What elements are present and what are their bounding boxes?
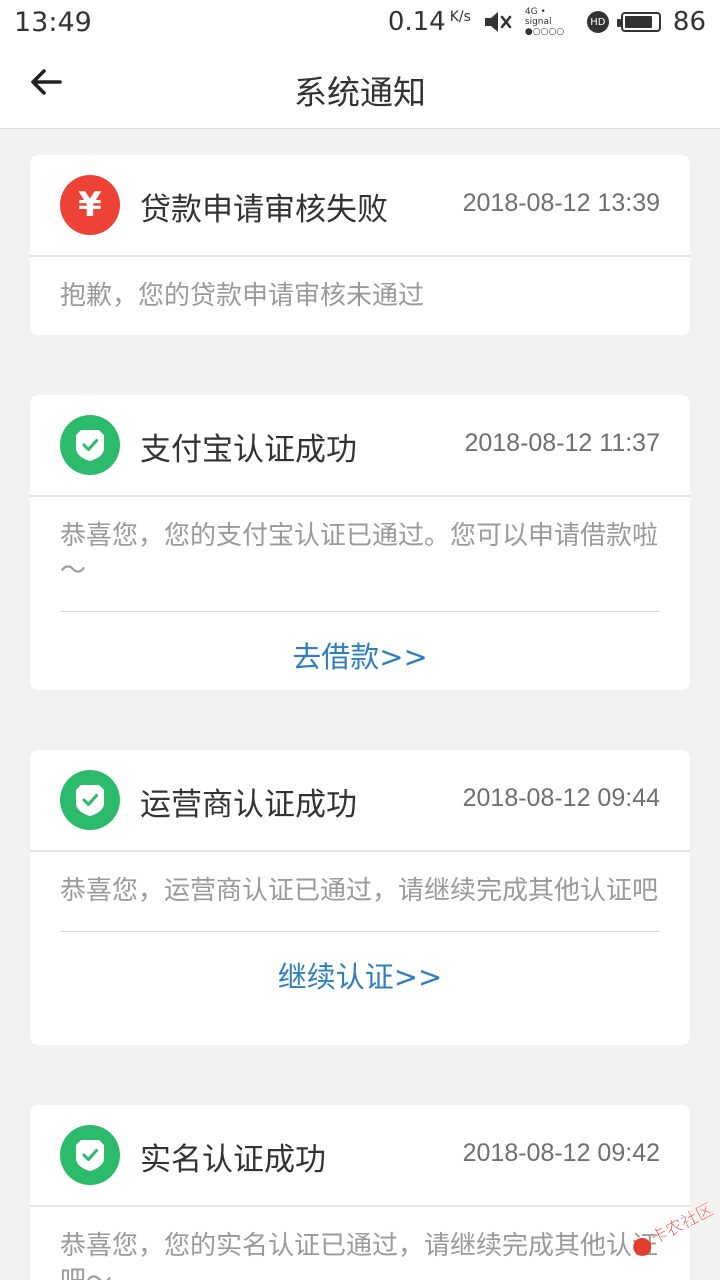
notification-title: 支付宝认证成功 (140, 432, 357, 468)
notification-time: 2018-08-12 13:39 (462, 189, 660, 217)
notification-message: 恭喜您，您的支付宝认证已通过。您可以申请借款啦～ (60, 521, 659, 586)
battery-level: 86 (672, 7, 706, 37)
notification-header: 实名认证成功 2018-08-12 09:42 (30, 1105, 690, 1207)
yen-icon: ¥ (60, 175, 120, 235)
signal-dots: ●○○○○ (524, 27, 565, 37)
notification-header: 支付宝认证成功 2018-08-12 11:37 (30, 395, 690, 497)
notification-message: 恭喜您，运营商认证已通过，请继续完成其他认证吧 (60, 876, 659, 906)
title-bar: 系统通知 (0, 44, 720, 129)
page-title: 系统通知 (294, 73, 426, 112)
battery-fill (624, 16, 653, 28)
notification-time: 2018-08-12 09:42 (462, 1139, 660, 1167)
network-speed-unit: K/s (449, 9, 471, 25)
notification-message: 抱歉，您的贷款申请审核未通过 (60, 281, 425, 311)
borrow-link[interactable]: 去借款>> (30, 612, 690, 676)
notification-title: 运营商认证成功 (140, 787, 357, 823)
notification-card[interactable]: ¥ 贷款申请审核失败 2018-08-12 13:39 抱歉，您的贷款申请审核未… (30, 155, 690, 335)
notification-time: 2018-08-12 11:37 (464, 429, 660, 457)
battery-icon (616, 12, 661, 32)
watermark-text: 卡农社区 (648, 1200, 716, 1250)
notification-card[interactable]: 运营商认证成功 2018-08-12 09:44 恭喜您，运营商认证已通过，请继… (30, 750, 690, 1045)
mute-icon (484, 12, 512, 32)
notification-card[interactable]: 实名认证成功 2018-08-12 09:42 恭喜您，您的实名认证已通过，请继… (30, 1105, 690, 1280)
network-type-label: 4G • signal (524, 7, 552, 27)
shield-check-icon (60, 770, 120, 830)
continue-verification-link[interactable]: 继续认证>> (30, 932, 690, 996)
status-time: 13:49 (14, 6, 92, 38)
status-icons: 0.14 K/s 4G • signal ●○○○○ HD 86 (388, 7, 706, 37)
notification-card[interactable]: 支付宝认证成功 2018-08-12 11:37 恭喜您，您的支付宝认证已通过。… (30, 395, 690, 690)
network-speed-value: 0.14 (387, 7, 446, 37)
notification-message: 恭喜您，您的实名认证已通过，请继续完成其他认证吧～ (60, 1231, 659, 1280)
shield-check-icon (60, 1125, 120, 1185)
notification-header: 运营商认证成功 2018-08-12 09:44 (30, 750, 690, 852)
notification-title: 实名认证成功 (140, 1142, 326, 1178)
network-speed: 0.14 K/s (388, 7, 471, 37)
notification-title: 贷款申请审核失败 (140, 192, 388, 228)
status-bar: 13:49 0.14 K/s 4G • signal ●○○○○ HD 86 (0, 0, 720, 44)
notification-header: ¥ 贷款申请审核失败 2018-08-12 13:39 (30, 155, 690, 257)
hd-icon: HD (586, 11, 609, 33)
watermark-logo: 卡农社区 (633, 1199, 716, 1256)
notification-time: 2018-08-12 09:44 (462, 784, 660, 812)
shield-check-icon (60, 415, 120, 475)
signal-icon: 4G • signal ●○○○○ (525, 7, 575, 37)
